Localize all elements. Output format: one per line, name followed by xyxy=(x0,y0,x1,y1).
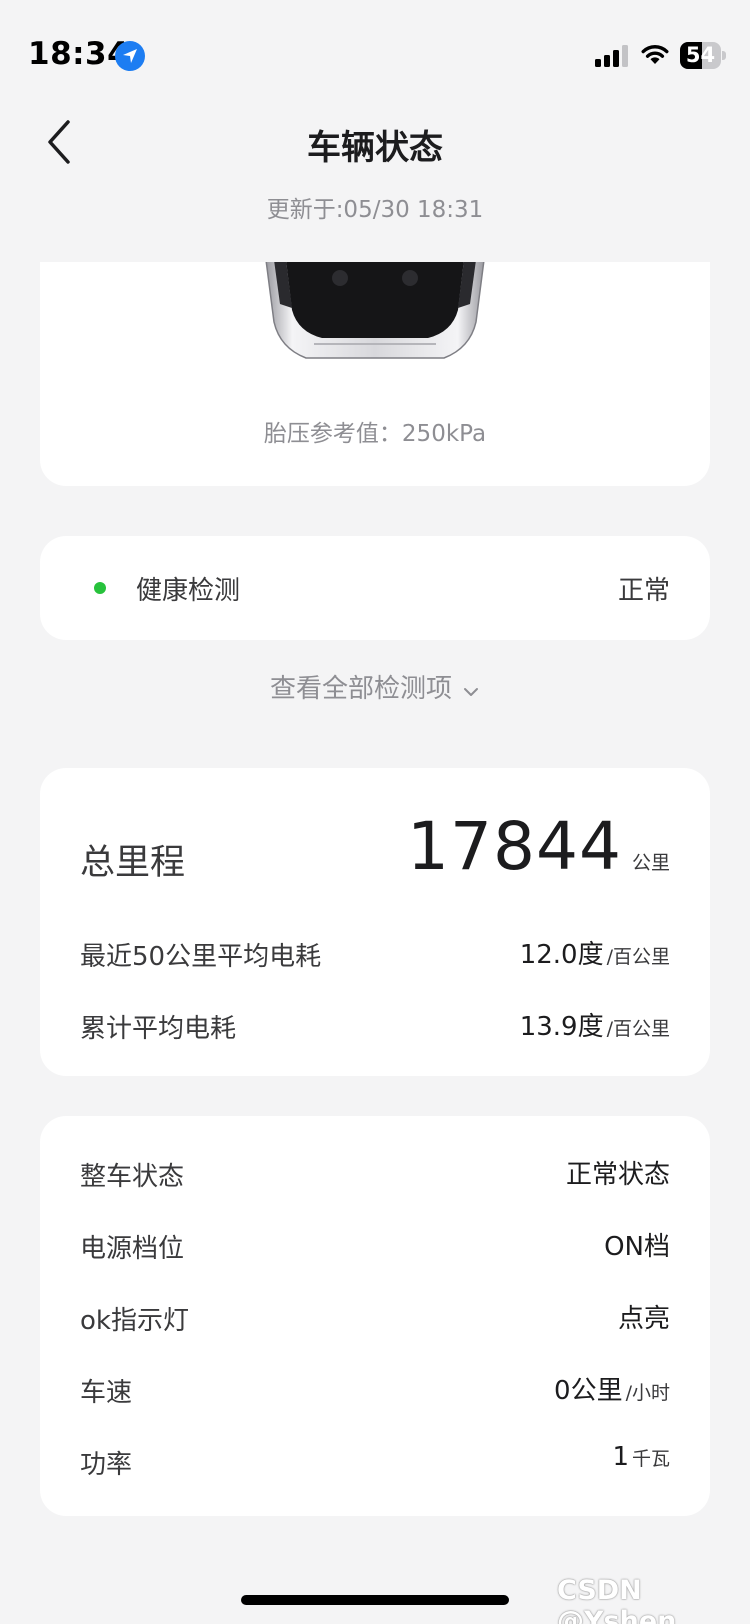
power-gear-value-wrap: ON档 xyxy=(604,1226,670,1263)
power: 1 千瓦 xyxy=(612,1442,670,1472)
odometer: 17844 公里 xyxy=(407,808,670,885)
total-consumption-unit: /百公里 xyxy=(606,1018,670,1040)
home-indicator[interactable] xyxy=(241,1595,509,1605)
chevron-down-icon xyxy=(462,675,480,705)
ok-indicator-value: 点亮 xyxy=(617,1304,670,1334)
update-time: 更新于:05/30 18:31 xyxy=(266,197,484,223)
total-consumption-label: 累计平均电耗 xyxy=(80,1014,237,1044)
vehicle-state-value-wrap: 正常状态 xyxy=(566,1154,670,1191)
ok-indicator-value-wrap: 点亮 xyxy=(618,1298,670,1335)
power-gear-label: 电源档位 xyxy=(80,1234,185,1264)
recent-consumption-unit: /百公里 xyxy=(606,946,670,968)
speed-label: 车速 xyxy=(80,1378,133,1408)
health-check-label: 健康检测 xyxy=(136,576,241,606)
odometer-unit: 公里 xyxy=(631,852,670,874)
vehicle-state-value: 正常状态 xyxy=(565,1160,670,1190)
cellular-signal-icon xyxy=(595,45,629,67)
ok-indicator-label: ok指示灯 xyxy=(80,1306,189,1336)
vehicle-status-page: 18:34 54 车辆状态 更新于:05/30 18:31 胎压参考值：250k… xyxy=(0,0,750,1624)
total-consumption: 13.9度/百公里 xyxy=(520,1006,670,1043)
total-consumption-value: 13.9度 xyxy=(519,1012,604,1042)
recent-consumption: 12.0度/百公里 xyxy=(520,934,670,971)
speed: 0公里/小时 xyxy=(554,1370,670,1407)
odometer-label: 总里程 xyxy=(80,843,186,883)
health-status-dot xyxy=(94,582,106,594)
power-value: 1 xyxy=(612,1442,629,1472)
tire-pressure-reference: 胎压参考值：250kPa xyxy=(263,421,487,447)
watermark: CSDN @Yshen xyxy=(557,1575,677,1624)
view-all-checks-label: 查看全部检测项 xyxy=(269,674,452,704)
power-label: 功率 xyxy=(80,1450,133,1480)
power-gear-value: ON档 xyxy=(604,1232,670,1262)
wifi-icon xyxy=(640,42,670,70)
odometer-value: 17844 xyxy=(407,808,622,885)
tire-pressure-card: 胎压参考值：250kPa xyxy=(40,262,710,486)
view-all-checks-link[interactable]: 查看全部检测项 xyxy=(0,668,750,705)
battery-percent: 54 xyxy=(685,43,716,67)
health-check-card[interactable]: 健康检测 正常 xyxy=(40,536,710,640)
power-unit: 千瓦 xyxy=(631,1448,670,1470)
vehicle-state-card: 整车状态 正常状态 电源档位 ON档 ok指示灯 点亮 车速 0公里/小时 功率… xyxy=(40,1116,710,1516)
status-bar: 18:34 54 xyxy=(0,0,750,100)
battery-icon: 54 xyxy=(680,42,726,69)
speed-value: 0公里 xyxy=(554,1376,623,1406)
vehicle-state-label: 整车状态 xyxy=(80,1162,185,1192)
recent-consumption-label: 最近50公里平均电耗 xyxy=(80,942,322,972)
status-time: 18:34 xyxy=(28,36,130,72)
location-arrow-icon xyxy=(115,41,145,71)
mileage-card: 总里程 17844 公里 最近50公里平均电耗 12.0度/百公里 累计平均电耗… xyxy=(40,768,710,1076)
speed-unit: /小时 xyxy=(625,1382,670,1404)
recent-consumption-value: 12.0度 xyxy=(519,940,604,970)
page-title: 车辆状态 xyxy=(307,128,443,168)
car-rear-image xyxy=(265,262,485,359)
health-check-value: 正常 xyxy=(617,576,670,606)
